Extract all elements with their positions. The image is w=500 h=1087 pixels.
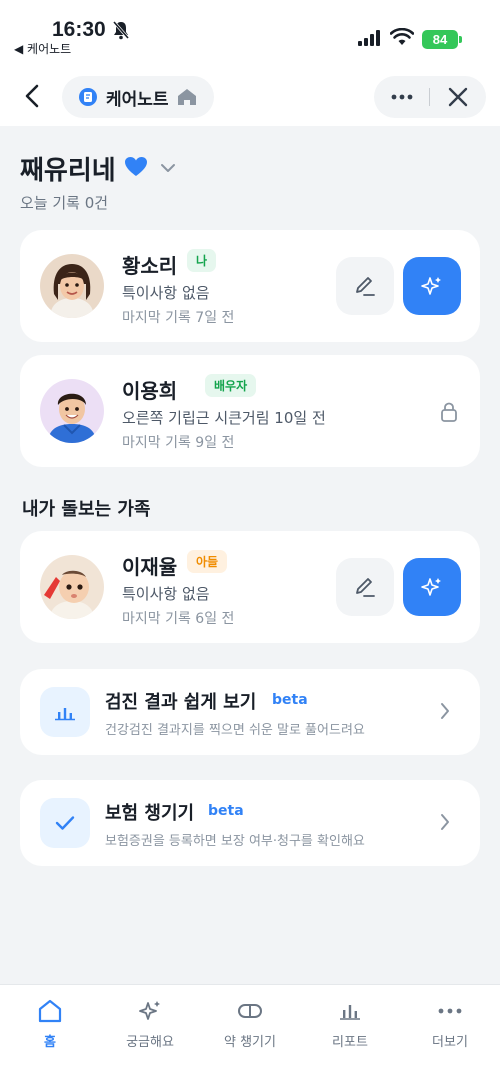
tab-medication[interactable]: 약 챙기기: [200, 997, 300, 1050]
pencil-icon: [356, 277, 375, 296]
health-checkup-feature-card[interactable]: 검진 결과 쉽게 보기 beta 건강검진 결과지를 찍으면 쉬운 말로 풀어드…: [20, 669, 480, 755]
cellular-signal-icon: [358, 30, 382, 50]
relation-tag: 배우자: [205, 374, 257, 397]
app-title-pill[interactable]: 케어노트: [62, 76, 214, 118]
tab-label: 궁금해요: [126, 1035, 174, 1050]
home-icon: [37, 997, 63, 1025]
today-record-count: 오늘 기록 0건: [20, 194, 109, 212]
member-last-record: 마지막 기록 7일 전: [122, 310, 235, 326]
close-icon: [448, 87, 468, 107]
tab-label: 더보기: [432, 1035, 468, 1050]
bottom-tab-bar: 홈 궁금해요 약 챙기기 리포트 더보기: [0, 984, 500, 1087]
sparkle-icon: [421, 578, 441, 596]
ai-record-button[interactable]: [403, 257, 461, 315]
pencil-icon: [356, 578, 375, 597]
top-nav-bar: 케어노트: [0, 64, 500, 126]
avatar: [40, 555, 104, 619]
sparkle-icon: [137, 997, 163, 1025]
nav-actions-pill: [374, 76, 486, 118]
relation-tag: 아들: [187, 550, 228, 573]
sparkle-icon: [421, 277, 441, 295]
nav-divider: [429, 88, 430, 106]
tab-label: 홈: [44, 1035, 56, 1050]
feature-description: 보험증권을 등록하면 보장 여부·청구를 확인해요: [105, 834, 365, 849]
avatar: [40, 254, 104, 318]
tab-more[interactable]: 더보기: [400, 997, 500, 1050]
member-card[interactable]: 황소리 나 특이사항 없음 마지막 기록 7일 전: [20, 230, 480, 342]
member-name: 황소리: [122, 254, 178, 278]
chart-icon: [338, 997, 362, 1025]
member-name: 이용희: [122, 379, 178, 403]
insurance-feature-card[interactable]: 보험 챙기기 beta 보험증권을 등록하면 보장 여부·청구를 확인해요: [20, 780, 480, 866]
member-note: 특이사항 없음: [122, 585, 210, 603]
back-button[interactable]: [16, 80, 48, 112]
chevron-right-icon: [440, 813, 450, 835]
member-note: 오른쪽 기립근 시큰거림 10일 전: [122, 409, 326, 427]
tab-home[interactable]: 홈: [0, 997, 100, 1050]
family-name[interactable]: 째유리네: [20, 150, 116, 187]
member-last-record: 마지막 기록 6일 전: [122, 611, 235, 627]
member-last-record: 마지막 기록 9일 전: [122, 435, 235, 451]
pill-icon: [237, 997, 263, 1025]
home-icon: [177, 89, 196, 105]
chevron-left-icon: [25, 84, 39, 108]
care-section-title: 내가 돌보는 가족: [22, 499, 151, 520]
relation-tag: 나: [187, 249, 217, 272]
battery-level: 84: [422, 30, 458, 49]
more-button[interactable]: [386, 81, 418, 113]
tab-label: 약 챙기기: [224, 1035, 276, 1050]
feature-title: 보험 챙기기: [105, 803, 195, 824]
member-note: 특이사항 없음: [122, 284, 210, 302]
avatar: [40, 379, 104, 443]
carenote-logo-icon: [79, 88, 97, 106]
more-horizontal-icon: [391, 94, 413, 100]
bell-muted-icon: [112, 20, 130, 44]
tab-label: 리포트: [332, 1035, 368, 1050]
edit-record-button[interactable]: [336, 257, 394, 315]
close-button[interactable]: [442, 81, 474, 113]
edit-record-button[interactable]: [336, 558, 394, 616]
tab-questions[interactable]: 궁금해요: [100, 997, 200, 1050]
chevron-right-icon: [440, 702, 450, 724]
beta-badge: beta: [208, 803, 244, 819]
more-icon: [438, 997, 462, 1025]
app-title: 케어노트: [106, 89, 169, 110]
tab-report[interactable]: 리포트: [300, 997, 400, 1050]
beta-badge: beta: [272, 692, 308, 708]
back-to-app-link[interactable]: ◀ 케어노트: [14, 40, 71, 57]
wifi-icon: [389, 27, 415, 50]
family-switch-chevron-down-icon[interactable]: [160, 158, 176, 177]
check-icon: [40, 798, 90, 848]
member-card[interactable]: 이용희 배우자 오른쪽 기립근 시큰거림 10일 전 마지막 기록 9일 전: [20, 355, 480, 467]
member-card[interactable]: 이재율 아들 특이사항 없음 마지막 기록 6일 전: [20, 531, 480, 643]
heart-icon: [124, 156, 148, 181]
battery-tip: [459, 36, 462, 43]
ai-record-button[interactable]: [403, 558, 461, 616]
chart-icon: [40, 687, 90, 737]
feature-description: 건강검진 결과지를 찍으면 쉬운 말로 풀어드려요: [105, 723, 365, 738]
feature-title: 검진 결과 쉽게 보기: [105, 692, 257, 713]
lock-icon: [440, 402, 458, 426]
member-name: 이재율: [122, 555, 178, 579]
status-time: 16:30: [52, 18, 106, 41]
status-bar: 16:30 ◀ 케어노트 84: [0, 0, 500, 64]
